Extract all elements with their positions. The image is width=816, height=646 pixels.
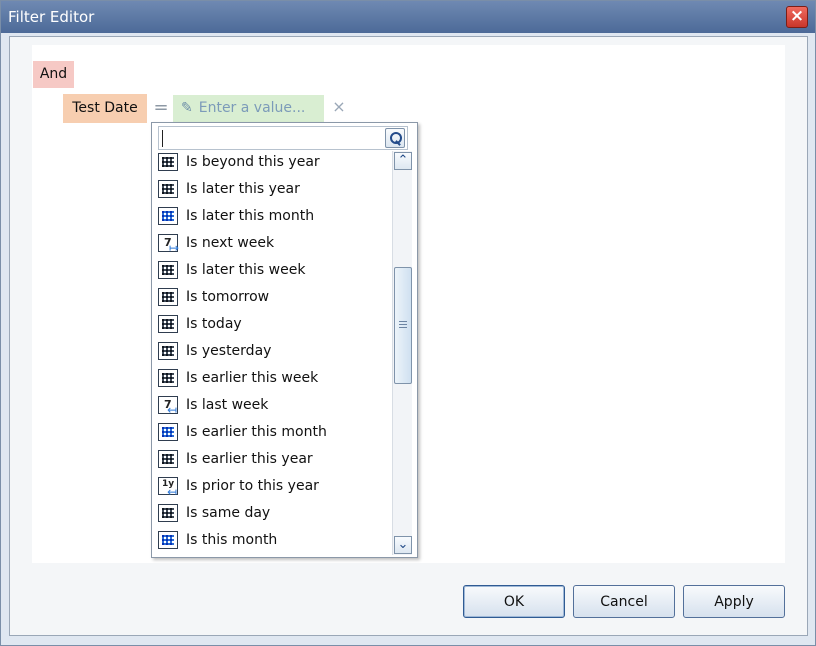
list-item-label: Is this month: [186, 532, 278, 548]
scroll-down-icon[interactable]: ⌄: [394, 536, 412, 554]
operator-list: Is beyond this year Is later this year I…: [156, 150, 388, 554]
list-item[interactable]: Is yesterday: [156, 339, 388, 366]
list-item-label: Is later this year: [186, 181, 300, 197]
operator-dropdown: Is beyond this year Is later this year I…: [151, 122, 418, 558]
list-item[interactable]: Is today: [156, 312, 388, 339]
group-operator-chip[interactable]: And: [33, 61, 74, 88]
list-item[interactable]: Is last week: [156, 393, 388, 420]
operator-chip[interactable]: =: [151, 98, 171, 118]
list-item[interactable]: Is next week: [156, 231, 388, 258]
calendar-grid-icon: [158, 342, 178, 360]
list-item[interactable]: Is same day: [156, 501, 388, 528]
list-item-label: Is later this week: [186, 262, 306, 278]
value-input-chip[interactable]: ✎ Enter a value...: [173, 95, 324, 122]
list-item-label: Is earlier this year: [186, 451, 313, 467]
apply-button[interactable]: Apply: [683, 585, 785, 618]
list-item[interactable]: Is prior to this year: [156, 474, 388, 501]
calendar-grid-icon: [158, 153, 178, 171]
scroll-up-icon[interactable]: ⌃: [394, 152, 412, 170]
list-item[interactable]: Is this month: [156, 528, 388, 555]
list-item-label: Is later this month: [186, 208, 315, 224]
title-bar: Filter Editor ×: [1, 1, 815, 33]
list-item[interactable]: Is later this year: [156, 177, 388, 204]
list-item-label: Is earlier this week: [186, 370, 319, 386]
value-placeholder: Enter a value...: [198, 100, 306, 116]
calendar-blue-grid-icon: [158, 207, 178, 225]
cancel-button[interactable]: Cancel: [573, 585, 675, 618]
calendar-grid-icon: [158, 504, 178, 522]
list-item[interactable]: Is earlier this month: [156, 420, 388, 447]
list-item[interactable]: Is earlier this year: [156, 447, 388, 474]
list-item-label: Is earlier this month: [186, 424, 327, 440]
calendar-grid-icon: [158, 369, 178, 387]
calendar-prior-year-icon: [158, 477, 178, 499]
field-chip[interactable]: Test Date: [63, 94, 147, 123]
ok-button[interactable]: OK: [463, 585, 565, 618]
list-item-label: Is next week: [186, 235, 275, 251]
dropdown-search-box[interactable]: [158, 126, 408, 151]
dropdown-search-input[interactable]: [166, 129, 390, 151]
remove-condition-icon[interactable]: ×: [331, 97, 347, 117]
list-item[interactable]: Is beyond this year: [156, 150, 388, 177]
list-item[interactable]: Is earlier this week: [156, 366, 388, 393]
list-item[interactable]: Is tomorrow: [156, 285, 388, 312]
list-item-label: Is same day: [186, 505, 271, 521]
calendar-grid-icon: [158, 180, 178, 198]
calendar-grid-icon: [158, 315, 178, 333]
calendar-grid-icon: [158, 288, 178, 306]
dropdown-scrollbar[interactable]: ⌃ ⌄: [392, 151, 412, 555]
text-caret: [162, 130, 163, 147]
pencil-icon: ✎: [181, 100, 193, 116]
list-item-label: Is prior to this year: [186, 478, 319, 494]
search-icon[interactable]: [385, 128, 405, 148]
list-item-label: Is yesterday: [186, 343, 272, 359]
list-item[interactable]: Is later this week: [156, 258, 388, 285]
list-item[interactable]: Is later this month: [156, 204, 388, 231]
window-title: Filter Editor: [8, 8, 95, 26]
filter-editor-window: Filter Editor × And Test Date = ✎ Enter a…: [0, 0, 816, 646]
scroll-thumb[interactable]: [394, 267, 412, 384]
list-item-label: Is today: [186, 316, 242, 332]
calendar-grid-icon: [158, 450, 178, 468]
list-item-label: Is tomorrow: [186, 289, 270, 305]
list-item-label: Is last week: [186, 397, 269, 413]
calendar-grid-icon: [158, 261, 178, 279]
close-icon[interactable]: ×: [786, 6, 808, 28]
calendar-blue-grid-icon: [158, 423, 178, 441]
calendar-blue-grid-icon: [158, 531, 178, 549]
calendar-last-week-icon: [158, 396, 178, 417]
list-item-label: Is beyond this year: [186, 154, 320, 170]
calendar-next-week-icon: [158, 234, 179, 255]
grip-icon: [399, 321, 407, 322]
